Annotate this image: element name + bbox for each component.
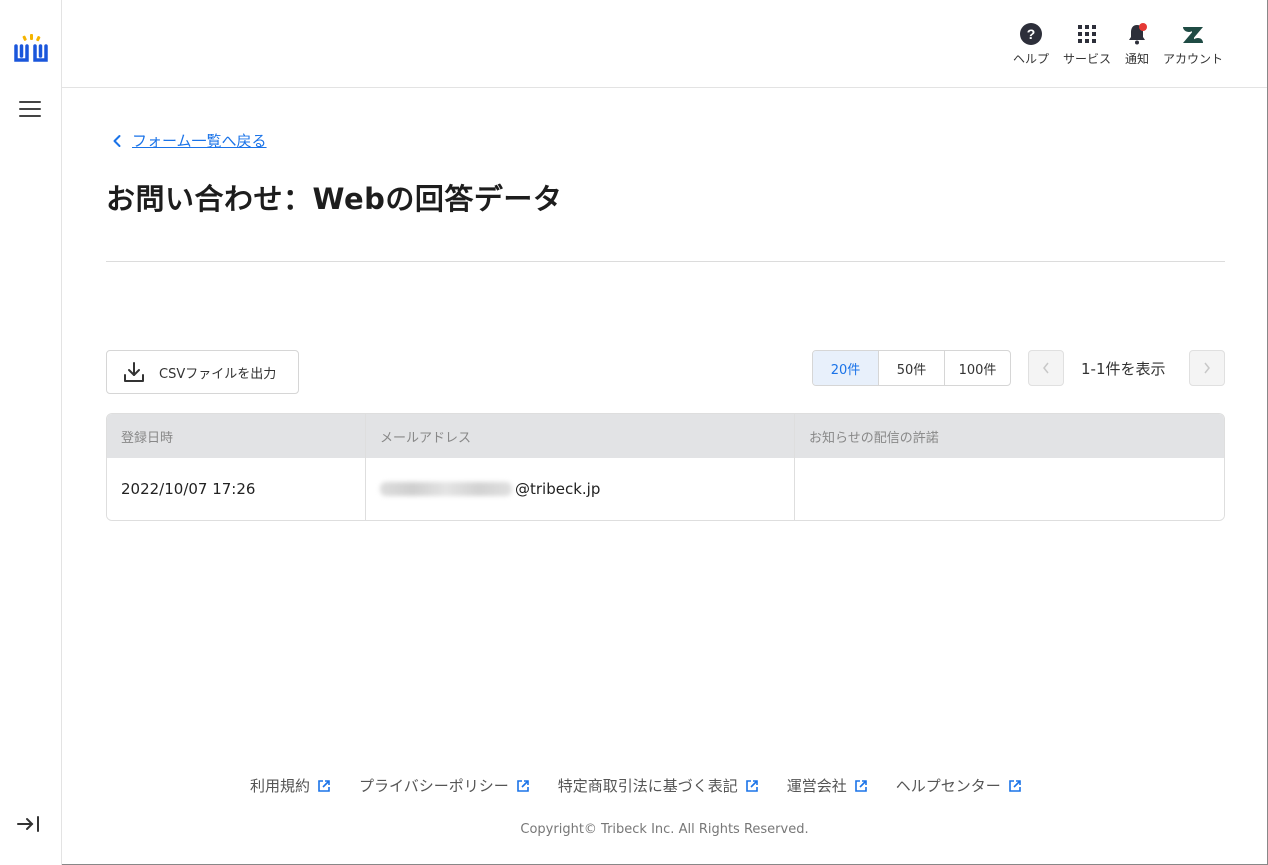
bell-icon (1128, 23, 1147, 45)
external-link-icon (516, 779, 529, 792)
per-page-50[interactable]: 50件 (878, 351, 944, 385)
cell-email: @tribeck.jp (365, 458, 794, 520)
chevron-left-icon (113, 134, 121, 147)
footer-link-company[interactable]: 運営会社 (787, 775, 868, 796)
menu-icon[interactable] (19, 101, 41, 119)
footer-link-terms[interactable]: 利用規約 (250, 775, 331, 796)
header-nav: ? ヘルプ サービス 通知 アカウント (999, 22, 1223, 67)
table-row[interactable]: 2022/10/07 17:26 @tribeck.jp (107, 458, 1224, 520)
back-to-forms-link[interactable]: フォーム一覧へ戻る (106, 130, 267, 151)
services-button[interactable]: サービス (1063, 22, 1111, 67)
copyright: Copyright© Tribeck Inc. All Rights Reser… (520, 822, 809, 837)
footer-link-label: 特定商取引法に基づく表記 (557, 777, 738, 795)
top-header: ? ヘルプ サービス 通知 アカウント (62, 0, 1267, 88)
footer-link-label: プライバシーポリシー (359, 777, 509, 795)
responses-table: 登録日時 メールアドレス お知らせの配信の許諾 2022/10/07 17:26… (106, 413, 1225, 521)
pagination-status: 1-1件を表示 (1081, 360, 1166, 378)
footer-link-help-center[interactable]: ヘルプセンター (896, 775, 1022, 796)
help-button[interactable]: ? ヘルプ (1013, 22, 1049, 67)
download-icon (124, 362, 144, 382)
per-page-100[interactable]: 100件 (944, 351, 1010, 385)
email-domain: @tribeck.jp (515, 480, 601, 498)
apps-grid-icon (1077, 25, 1096, 43)
notifications-button[interactable]: 通知 (1125, 22, 1149, 67)
back-link-label: フォーム一覧へ戻る (132, 132, 267, 150)
chevron-right-icon (1204, 362, 1210, 374)
next-page-button[interactable] (1189, 350, 1225, 386)
column-header-email[interactable]: メールアドレス (365, 414, 794, 458)
external-link-icon (745, 779, 758, 792)
notifications-label: 通知 (1124, 52, 1149, 66)
zendesk-icon (1182, 27, 1203, 43)
divider (106, 261, 1225, 262)
footer-links: 利用規約 プライバシーポリシー 特定商取引法に基づく表記 運営会社 ヘルプセンタ… (250, 775, 1050, 796)
external-link-icon (1008, 779, 1021, 792)
footer-link-privacy[interactable]: プライバシーポリシー (359, 775, 530, 796)
cell-newsletter-consent (794, 458, 1224, 520)
sidebar (0, 0, 62, 865)
external-link-icon (854, 779, 867, 792)
column-header-newsletter-consent[interactable]: お知らせの配信の許諾 (794, 414, 1224, 458)
services-label: サービス (1062, 52, 1111, 66)
per-page-selector: 20件 50件 100件 (812, 350, 1011, 386)
help-icon: ? (1019, 23, 1042, 45)
notification-dot (1138, 23, 1147, 31)
footer-link-commerce-law[interactable]: 特定商取引法に基づく表記 (558, 775, 759, 796)
footer-link-label: 運営会社 (786, 777, 847, 795)
svg-text:?: ? (1027, 26, 1036, 42)
footer-link-label: ヘルプセンター (895, 777, 1001, 795)
page-title: お問い合わせ：Webの回答データ (106, 182, 563, 216)
column-header-registered-at[interactable]: 登録日時 (107, 414, 365, 458)
external-link-icon (318, 779, 330, 792)
redacted-email-blur (380, 482, 512, 496)
footer-link-label: 利用規約 (250, 777, 311, 795)
brand-logo[interactable] (13, 34, 49, 70)
account-label: アカウント (1162, 52, 1223, 66)
chevron-left-icon (1043, 362, 1049, 374)
account-button[interactable]: アカウント (1163, 22, 1223, 67)
table-header: 登録日時 メールアドレス お知らせの配信の許諾 (107, 414, 1224, 458)
per-page-20[interactable]: 20件 (813, 351, 878, 385)
help-label: ヘルプ (1012, 52, 1049, 66)
cell-registered-at: 2022/10/07 17:26 (121, 480, 256, 498)
export-csv-button[interactable]: CSVファイルを出力 (106, 350, 299, 394)
prev-page-button[interactable] (1028, 350, 1064, 386)
export-csv-label: CSVファイルを出力 (159, 366, 277, 382)
